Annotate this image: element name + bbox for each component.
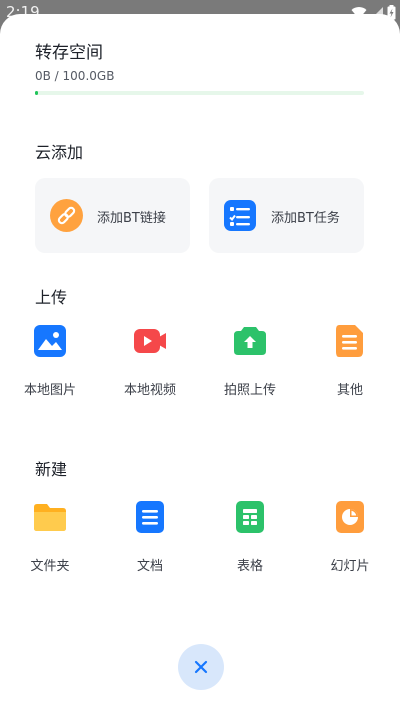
cloud-add-heading: 云添加 xyxy=(35,143,84,162)
add-bt-link-button[interactable]: 添加BT链接 xyxy=(35,178,190,253)
upload-local-image-label: 本地图片 xyxy=(23,383,76,398)
storage-usage-text: 0B / 100.0GB xyxy=(35,69,115,83)
close-icon xyxy=(194,660,208,674)
sheet-icon xyxy=(236,501,264,533)
upload-local-video-button[interactable]: 本地视频 xyxy=(110,325,190,398)
create-sheet-button[interactable]: 表格 xyxy=(210,501,290,574)
image-icon xyxy=(34,325,66,357)
bottom-sheet: 转存空间 0B / 100.0GB 云添加 添加BT链接 添加BT任务 上传 本… xyxy=(0,14,400,711)
storage-progress-fill xyxy=(35,91,39,95)
create-doc-label: 文档 xyxy=(136,559,163,574)
upload-heading: 上传 xyxy=(35,288,68,307)
storage-progress-bar xyxy=(35,91,364,95)
create-folder-label: 文件夹 xyxy=(30,559,70,574)
add-bt-link-label: 添加BT链接 xyxy=(97,211,166,226)
upload-other-button[interactable]: 其他 xyxy=(310,325,390,398)
create-folder-button[interactable]: 文件夹 xyxy=(10,501,90,574)
create-sheet-label: 表格 xyxy=(236,559,263,574)
video-icon xyxy=(134,329,166,353)
create-slides-button[interactable]: 幻灯片 xyxy=(310,501,390,574)
create-heading: 新建 xyxy=(35,460,68,479)
close-button[interactable] xyxy=(178,644,224,690)
camera-upload-icon xyxy=(234,327,266,355)
doc-icon xyxy=(136,501,164,533)
document-icon xyxy=(336,325,363,357)
folder-icon xyxy=(34,504,66,531)
link-icon xyxy=(50,199,83,232)
camera-upload-label: 拍照上传 xyxy=(223,383,276,398)
add-bt-task-label: 添加BT任务 xyxy=(271,211,340,226)
upload-local-video-label: 本地视频 xyxy=(123,383,176,398)
create-slides-label: 幻灯片 xyxy=(330,559,370,574)
upload-other-label: 其他 xyxy=(336,383,363,398)
slides-icon xyxy=(336,501,364,533)
storage-title: 转存空间 xyxy=(35,43,103,63)
camera-upload-button[interactable]: 拍照上传 xyxy=(210,325,290,398)
add-bt-task-button[interactable]: 添加BT任务 xyxy=(209,178,364,253)
task-list-icon xyxy=(224,200,256,231)
create-doc-button[interactable]: 文档 xyxy=(110,501,190,574)
upload-local-image-button[interactable]: 本地图片 xyxy=(10,325,90,398)
